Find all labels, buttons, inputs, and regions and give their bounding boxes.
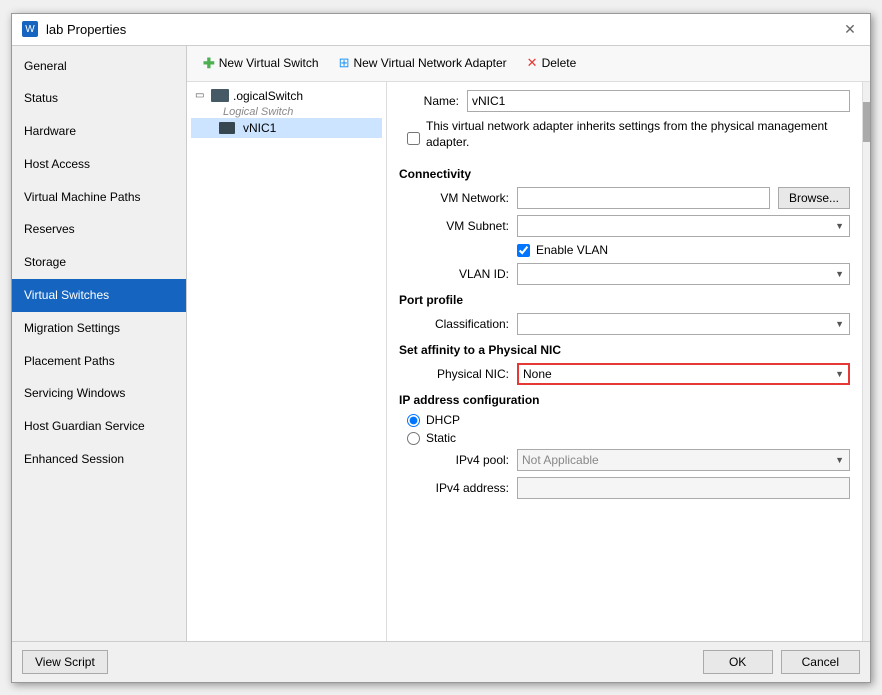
ipv4-pool-select[interactable]: Not Applicable	[517, 449, 850, 471]
new-virtual-network-adapter-label: New Virtual Network Adapter	[353, 56, 506, 70]
name-field-label: Name:	[399, 94, 459, 108]
inherits-label: This virtual network adapter inherits se…	[426, 118, 850, 152]
bottom-bar: View Script OK Cancel	[12, 641, 870, 682]
ipv4-address-row: IPv4 address:	[399, 477, 850, 499]
ip-address-header: IP address configuration	[399, 393, 850, 407]
physical-nic-label: Physical NIC:	[399, 367, 509, 381]
vm-subnet-select[interactable]	[517, 215, 850, 237]
title-bar-left: W lab Properties	[22, 21, 126, 37]
network-icon: ⊞	[339, 55, 350, 71]
window-body: General Status Hardware Host Access Virt…	[12, 46, 870, 641]
ipv4-address-label: IPv4 address:	[399, 481, 509, 495]
classification-select[interactable]	[517, 313, 850, 335]
sidebar-item-host-access[interactable]: Host Access	[12, 148, 186, 181]
view-script-button[interactable]: View Script	[22, 650, 108, 674]
delete-button[interactable]: ✕ Delete	[519, 52, 585, 74]
vm-subnet-row: VM Subnet:	[399, 215, 850, 237]
sidebar-item-virtual-machine-paths[interactable]: Virtual Machine Paths	[12, 181, 186, 214]
sidebar-item-virtual-switches[interactable]: Virtual Switches	[12, 279, 186, 312]
details-scrollbar[interactable]	[862, 82, 870, 641]
enable-vlan-row: Enable VLAN	[509, 243, 850, 257]
delete-icon: ✕	[527, 55, 538, 71]
classification-label: Classification:	[399, 317, 509, 331]
scroll-thumb[interactable]	[863, 102, 870, 142]
logical-switch-sublabel: Logical Switch	[191, 106, 382, 118]
window-title: lab Properties	[46, 22, 126, 37]
sidebar-item-status[interactable]: Status	[12, 82, 186, 115]
dhcp-label: DHCP	[426, 413, 460, 427]
sidebar-item-servicing-windows[interactable]: Servicing Windows	[12, 377, 186, 410]
static-radio-row: Static	[399, 431, 850, 445]
classification-row: Classification:	[399, 313, 850, 335]
name-input[interactable]	[467, 90, 850, 112]
bottom-right-buttons: OK Cancel	[703, 650, 860, 674]
physical-nic-select[interactable]: None	[517, 363, 850, 385]
ipv4-pool-label: IPv4 pool:	[399, 453, 509, 467]
vlan-id-label: VLAN ID:	[399, 267, 509, 281]
enable-vlan-checkbox[interactable]	[517, 244, 530, 257]
sidebar-item-host-guardian-service[interactable]: Host Guardian Service	[12, 410, 186, 443]
logical-switch-name: .ogicalSwitch	[233, 89, 303, 103]
content-area: ▭ .ogicalSwitch Logical Switch vNIC1 Nam…	[187, 82, 870, 641]
dhcp-radio-row: DHCP	[399, 413, 850, 427]
new-virtual-switch-label: New Virtual Switch	[219, 56, 319, 70]
vm-subnet-label: VM Subnet:	[399, 219, 509, 233]
enable-vlan-label: Enable VLAN	[536, 243, 608, 257]
delete-label: Delete	[542, 56, 577, 70]
vm-network-row: VM Network: Browse...	[399, 187, 850, 209]
sidebar-item-storage[interactable]: Storage	[12, 246, 186, 279]
switch-icon	[211, 89, 229, 102]
properties-window: W lab Properties ✕ General Status Hardwa…	[11, 13, 871, 683]
inherits-checkbox[interactable]	[407, 132, 420, 145]
toolbar: ✚ New Virtual Switch ⊞ New Virtual Netwo…	[187, 46, 870, 82]
close-button[interactable]: ✕	[840, 19, 860, 39]
ipv4-address-input[interactable]	[517, 477, 850, 499]
sidebar-item-placement-paths[interactable]: Placement Paths	[12, 345, 186, 378]
window-icon: W	[22, 21, 38, 37]
ipv4-pool-row: IPv4 pool: Not Applicable	[399, 449, 850, 471]
sidebar: General Status Hardware Host Access Virt…	[12, 46, 187, 641]
physical-nic-row: Physical NIC: None	[399, 363, 850, 385]
port-profile-header: Port profile	[399, 293, 850, 307]
tree-item-vnic1[interactable]: vNIC1	[191, 118, 382, 138]
new-virtual-network-adapter-button[interactable]: ⊞ New Virtual Network Adapter	[331, 52, 515, 74]
vlan-id-row: VLAN ID:	[399, 263, 850, 285]
name-row: Name:	[399, 90, 850, 112]
tree-toggle[interactable]: ▭	[195, 90, 207, 101]
sidebar-item-general[interactable]: General	[12, 50, 186, 83]
vm-network-input[interactable]	[517, 187, 770, 209]
sidebar-item-enhanced-session[interactable]: Enhanced Session	[12, 443, 186, 476]
static-label: Static	[426, 431, 456, 445]
plus-icon: ✚	[203, 55, 215, 72]
vlan-id-select[interactable]	[517, 263, 850, 285]
tree-item-logical-switch[interactable]: ▭ .ogicalSwitch	[191, 86, 382, 106]
new-virtual-switch-button[interactable]: ✚ New Virtual Switch	[195, 52, 327, 75]
vm-network-label: VM Network:	[399, 191, 509, 205]
connectivity-header: Connectivity	[399, 167, 850, 181]
dhcp-radio[interactable]	[407, 414, 420, 427]
title-bar: W lab Properties ✕	[12, 14, 870, 46]
cancel-button[interactable]: Cancel	[781, 650, 860, 674]
set-affinity-header: Set affinity to a Physical NIC	[399, 343, 850, 357]
vnic1-name: vNIC1	[243, 121, 276, 135]
inherits-row: This virtual network adapter inherits se…	[399, 118, 850, 160]
browse-button[interactable]: Browse...	[778, 187, 850, 209]
details-panel: Name: This virtual network adapter inher…	[387, 82, 862, 641]
vnic-icon	[219, 122, 235, 134]
sidebar-item-migration-settings[interactable]: Migration Settings	[12, 312, 186, 345]
static-radio[interactable]	[407, 432, 420, 445]
sidebar-item-hardware[interactable]: Hardware	[12, 115, 186, 148]
ok-button[interactable]: OK	[703, 650, 773, 674]
sidebar-item-reserves[interactable]: Reserves	[12, 213, 186, 246]
main-content: ✚ New Virtual Switch ⊞ New Virtual Netwo…	[187, 46, 870, 641]
tree-panel: ▭ .ogicalSwitch Logical Switch vNIC1	[187, 82, 387, 641]
